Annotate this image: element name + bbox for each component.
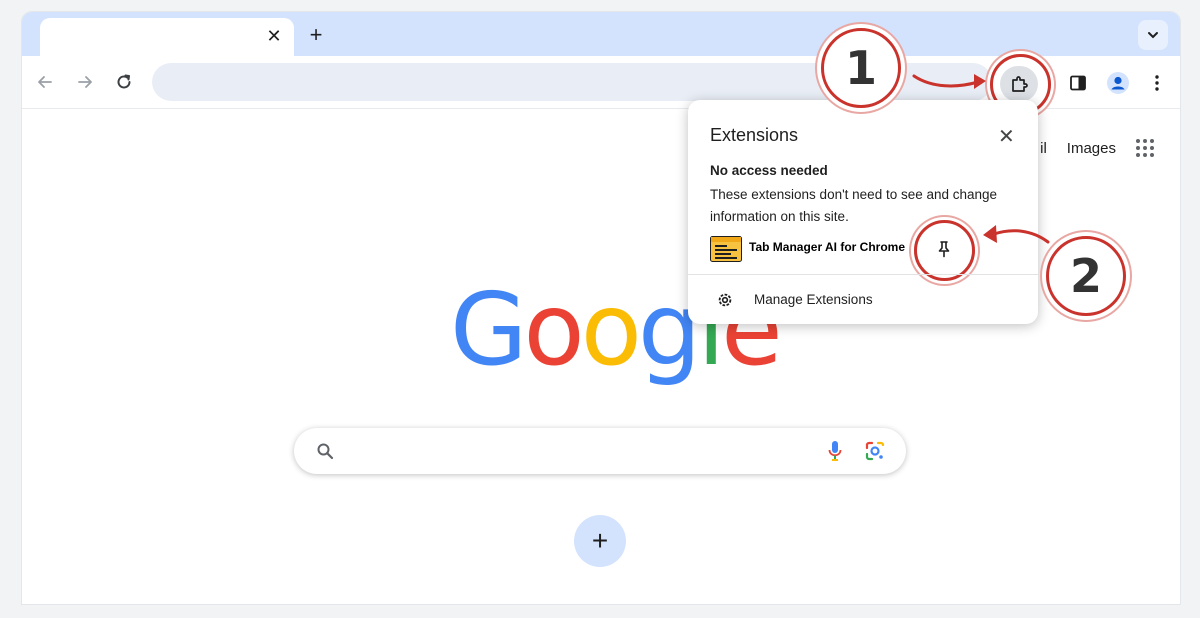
search-box[interactable]	[294, 428, 906, 474]
step2-arrow	[983, 225, 1050, 244]
logo-letter: o	[523, 271, 585, 388]
popup-close-button[interactable]: ✕	[998, 124, 1015, 149]
extension-name[interactable]: Tab Manager AI for Chrome	[749, 240, 905, 254]
section-description: These extensions don't need to see and c…	[710, 187, 998, 224]
microphone-icon[interactable]	[827, 440, 843, 462]
popup-divider	[688, 274, 1038, 275]
google-apps-icon[interactable]	[1136, 139, 1154, 157]
reload-button[interactable]	[111, 69, 137, 95]
pin-icon	[938, 241, 950, 258]
step1-badge: 1	[821, 28, 901, 108]
tab-search-button[interactable]	[1138, 20, 1168, 50]
popup-title: Extensions	[710, 125, 799, 145]
profile-button[interactable]	[1104, 69, 1132, 97]
extensions-popup: Extensions ✕ No access needed These exte…	[688, 100, 1038, 324]
extensions-button[interactable]	[1000, 66, 1038, 102]
tab-new-tab[interactable]: ✕	[40, 18, 294, 58]
chrome-menu-button[interactable]	[1143, 69, 1171, 97]
logo-letter: G	[450, 271, 527, 388]
google-lens-icon[interactable]	[865, 441, 885, 461]
tab-strip: ✕ +	[22, 12, 1180, 58]
manage-extensions-link[interactable]: Manage Extensions	[754, 292, 873, 307]
logo-letter: o	[580, 271, 642, 388]
avatar-icon	[1107, 72, 1129, 94]
add-shortcut-button[interactable]: +	[574, 515, 626, 567]
pin-extension-button[interactable]	[931, 236, 957, 262]
images-link[interactable]: Images	[1067, 140, 1116, 157]
search-icon	[317, 443, 334, 460]
forward-button[interactable]	[72, 69, 98, 95]
section-heading: No access needed	[710, 163, 828, 178]
gmail-link-fragment[interactable]: il	[1040, 140, 1047, 157]
chevron-down-icon	[1148, 32, 1158, 39]
step1-arrow	[912, 74, 986, 89]
step2-badge: 2	[1046, 236, 1126, 316]
kebab-menu-icon	[1155, 75, 1159, 91]
tab-close-icon[interactable]: ✕	[264, 26, 284, 46]
side-panel-button[interactable]	[1064, 69, 1092, 97]
arrow-right-icon	[78, 76, 92, 88]
new-tab-button[interactable]: +	[304, 24, 328, 48]
back-button[interactable]	[32, 69, 58, 95]
arrow-left-icon	[38, 76, 52, 88]
extension-app-icon	[710, 236, 742, 262]
side-panel-icon	[1070, 75, 1086, 91]
ntp-top-links: il Images	[1040, 134, 1154, 162]
reload-icon	[117, 74, 131, 89]
puzzle-piece-icon	[1012, 76, 1028, 92]
gear-icon	[718, 293, 732, 307]
